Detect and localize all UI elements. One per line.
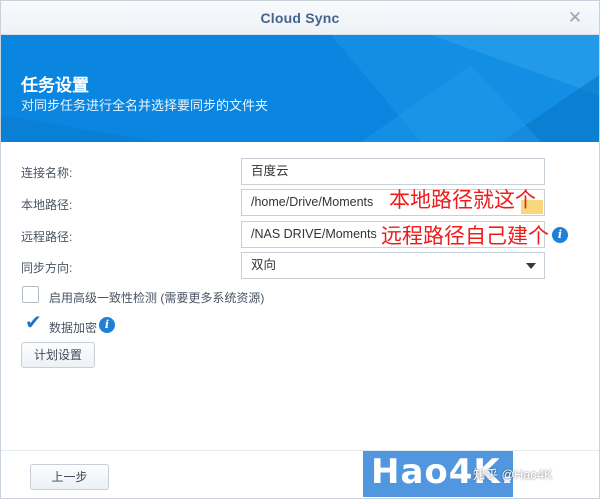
schedule-settings-button[interactable]: 计划设置 — [21, 342, 95, 368]
check-icon: ✔ — [25, 312, 42, 334]
chevron-down-icon — [526, 263, 536, 269]
data-encryption-checkbox[interactable]: ✔ — [22, 312, 42, 334]
sync-direction-select[interactable]: 双向 — [241, 252, 545, 279]
remote-path-info-icon[interactable]: i — [552, 227, 568, 243]
local-path-label: 本地路径: — [21, 198, 73, 212]
title-bar: Cloud Sync ✕ — [1, 1, 599, 35]
sync-direction-label: 同步方向: — [21, 261, 73, 275]
banner-subtitle: 对同步任务进行全名并选择要同步的文件夹 — [21, 98, 269, 113]
encryption-info-icon[interactable]: i — [99, 317, 115, 333]
advanced-consistency-label: 启用高级一致性检测 (需要更多系统资源) — [49, 291, 265, 305]
header-banner: 任务设置 对同步任务进行全名并选择要同步的文件夹 — [1, 35, 599, 142]
advanced-consistency-checkbox[interactable] — [22, 286, 39, 303]
remote-path-annotation: 远程路径自己建个 — [381, 225, 549, 248]
connection-name-input[interactable]: 百度云 — [241, 158, 545, 185]
watermark-zhihu: 知乎 @Hao4K — [473, 468, 553, 482]
sync-direction-value: 双向 — [251, 258, 277, 272]
close-icon[interactable]: ✕ — [565, 8, 585, 28]
connection-name-label: 连接名称: — [21, 166, 73, 180]
remote-path-label: 远程路径: — [21, 230, 73, 244]
data-encryption-label: 数据加密 — [49, 321, 98, 335]
cloud-sync-window: Cloud Sync ✕ 任务设置 对同步任务进行全名并选择要同步的文件夹 连接… — [0, 0, 600, 499]
back-button[interactable]: 上一步 — [30, 464, 109, 490]
banner-title: 任务设置 — [21, 76, 89, 95]
local-path-annotation: 本地路径就这个 — [389, 189, 536, 212]
window-title: Cloud Sync — [260, 10, 340, 26]
banner-decoration — [1, 35, 599, 142]
